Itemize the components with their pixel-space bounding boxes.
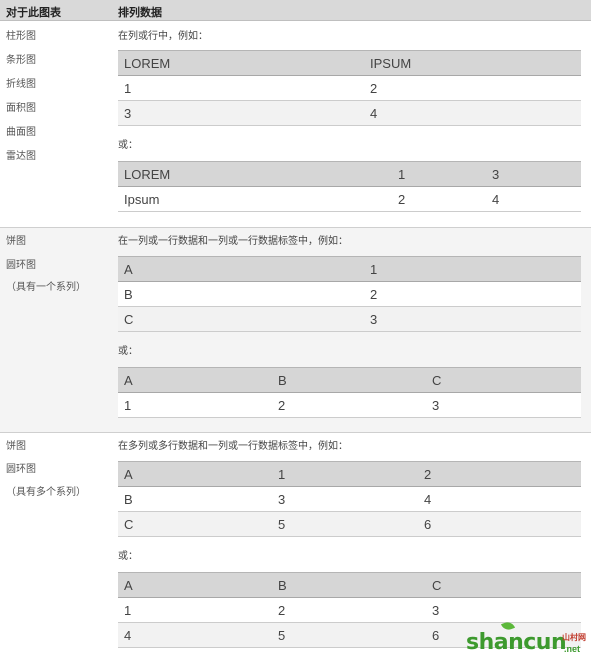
chart-type-item: 面积图: [6, 103, 36, 114]
watermark-logo: shancun 山村网 .net: [466, 620, 591, 658]
chart-type-item: 雷达图: [6, 151, 36, 162]
table-row: C3: [118, 306, 581, 332]
table-row: B34: [118, 486, 581, 512]
table-row: 12: [118, 75, 581, 101]
chart-type-item: 饼图: [6, 441, 26, 452]
header-arrange-data: 排列数据: [118, 7, 162, 19]
section-description: 在多列或多行数据和一列或一行数据标签中，例如：: [118, 441, 348, 452]
section-description: 在列或行中，例如：: [118, 31, 208, 42]
example-table-2: ABC 123: [118, 367, 581, 418]
header-chart-type: 对于此图表: [6, 7, 61, 19]
table-row: LOREM 1 3: [118, 161, 581, 187]
or-label: 或：: [118, 140, 138, 151]
watermark-brand: shancun: [466, 630, 567, 655]
chart-type-item: 条形图: [6, 55, 36, 66]
chart-type-item: 曲面图: [6, 127, 36, 138]
table-row: LOREM IPSUM: [118, 50, 581, 76]
table-row: B2: [118, 281, 581, 307]
chart-type-item: 折线图: [6, 79, 36, 90]
table-row: ABC: [118, 572, 581, 598]
section-column-bar-charts: 柱形图 条形图 折线图 面积图 曲面图 雷达图 在列或行中，例如： LOREM I…: [0, 21, 591, 227]
table-row: 123: [118, 597, 581, 623]
table-row: ABC: [118, 367, 581, 393]
chart-type-item: 柱形图: [6, 31, 36, 42]
table-row: A1: [118, 256, 581, 282]
chart-type-item: （具有一个系列）: [6, 282, 86, 293]
watermark-cn: 山村网: [562, 633, 586, 642]
example-table-1: A1 B2 C3: [118, 256, 581, 332]
chart-type-item: 圆环图: [6, 464, 36, 475]
section-description: 在一列或一行数据和一列或一行数据标签中，例如：: [118, 236, 348, 247]
table-header-row: 对于此图表 排列数据: [0, 0, 591, 21]
watermark-tld: .net: [564, 644, 581, 654]
table-row: A12: [118, 461, 581, 487]
example-table-2: LOREM 1 3 Ipsum 2 4: [118, 161, 581, 212]
table-row: 34: [118, 100, 581, 126]
chart-type-item: 饼图: [6, 236, 26, 247]
table-row: C56: [118, 511, 581, 537]
table-row: 123: [118, 392, 581, 418]
table-row: Ipsum 2 4: [118, 186, 581, 212]
or-label: 或：: [118, 551, 138, 562]
example-table-1: A12 B34 C56: [118, 461, 581, 537]
chart-type-item: 圆环图: [6, 260, 36, 271]
example-table-1: LOREM IPSUM 12 34: [118, 50, 581, 126]
section-pie-one-series: 饼图 圆环图 （具有一个系列） 在一列或一行数据和一列或一行数据标签中，例如： …: [0, 227, 591, 433]
chart-type-item: （具有多个系列）: [6, 487, 86, 498]
or-label: 或：: [118, 346, 138, 357]
